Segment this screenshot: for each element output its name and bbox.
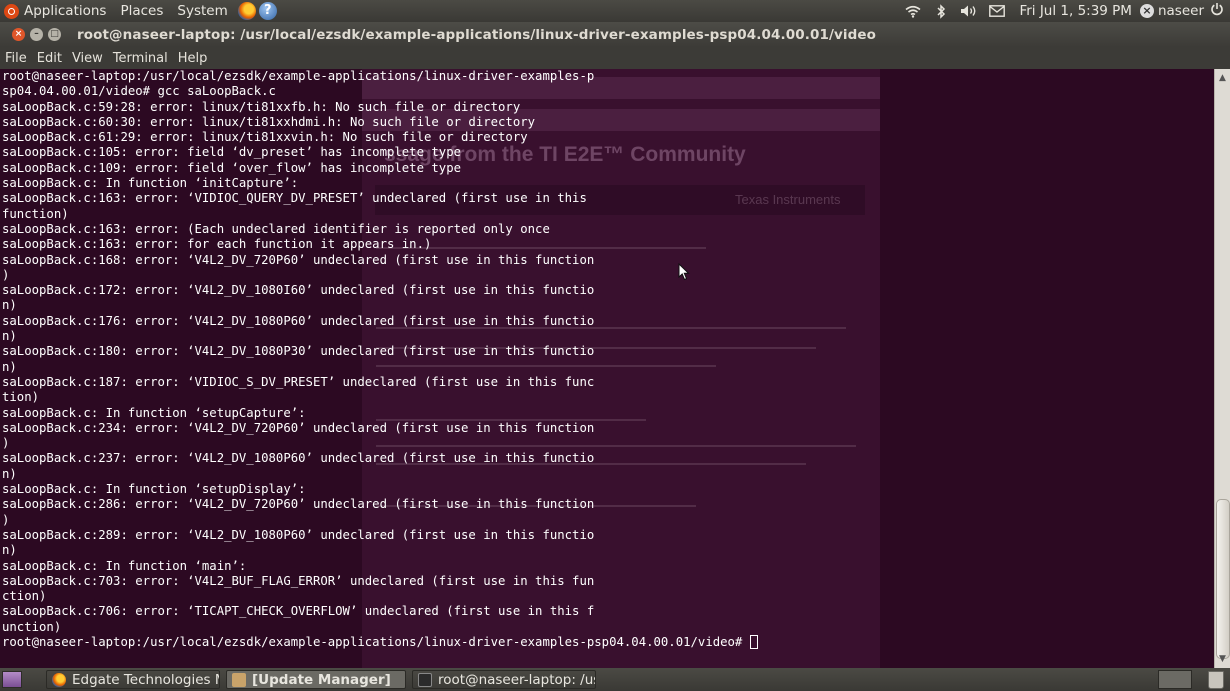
taskbar-item-browser[interactable]: Edgate Technologies M... xyxy=(46,670,220,689)
terminal-line: saLoopBack.c:109: error: field ‘over_flo… xyxy=(2,160,462,175)
terminal-icon xyxy=(418,672,432,687)
trash-icon[interactable] xyxy=(1208,671,1224,689)
terminal-line: saLoopBack.c:60:30: error: linux/ti81xxh… xyxy=(2,114,536,129)
maximize-icon[interactable]: □ xyxy=(48,28,61,41)
terminal-line: saLoopBack.c:289: error: ‘V4L2_DV_1080P6… xyxy=(2,527,595,542)
terminal-line: ction) xyxy=(2,589,47,604)
terminal-line: saLoopBack.c:59:28: error: linux/ti81xxf… xyxy=(2,99,521,114)
power-icon[interactable] xyxy=(1210,2,1224,20)
terminal-line: saLoopBack.c:163: error: for each functi… xyxy=(2,237,432,252)
terminal-line: unction) xyxy=(2,619,62,634)
taskbar-item-label: [Update Manager] xyxy=(252,671,391,688)
terminal-line: saLoopBack.c: In function ‘setupCapture’… xyxy=(2,405,306,420)
menu-help[interactable]: Help xyxy=(173,51,213,66)
menubar: File Edit View Terminal Help xyxy=(0,47,1230,69)
terminal-line: saLoopBack.c:105: error: field ‘dv_prese… xyxy=(2,145,462,160)
terminal-scrollbar[interactable]: ▲ ▼ xyxy=(1214,69,1230,668)
terminal-line: saLoopBack.c:703: error: ‘V4L2_BUF_FLAG_… xyxy=(2,573,595,588)
top-panel: Applications Places System ? Fri Jul 1, … xyxy=(0,0,1230,22)
scroll-down-arrow-icon[interactable]: ▼ xyxy=(1215,652,1230,666)
user-menu[interactable]: naseer xyxy=(1154,3,1210,19)
terminal-line: saLoopBack.c:163: error: (Each undeclare… xyxy=(2,221,550,236)
menu-places[interactable]: Places xyxy=(113,0,170,22)
show-desktop-icon[interactable] xyxy=(2,671,22,688)
terminal-line: saLoopBack.c:176: error: ‘V4L2_DV_1080P6… xyxy=(2,313,595,328)
terminal-line: sp04.04.00.01/video# gcc saLoopBack.c xyxy=(2,84,276,99)
terminal-line: saLoopBack.c:180: error: ‘V4L2_DV_1080P3… xyxy=(2,344,595,359)
menu-terminal[interactable]: Terminal xyxy=(108,51,173,66)
scroll-up-arrow-icon[interactable]: ▲ xyxy=(1215,71,1230,85)
terminal-area[interactable]: ssage from the TI E2E™ Community Texas I… xyxy=(0,69,1214,668)
firefox-icon[interactable] xyxy=(237,2,256,20)
taskbar-item-label: Edgate Technologies M... xyxy=(72,671,219,688)
taskbar-item-terminal[interactable]: root@naseer-laptop: /us... xyxy=(412,670,596,689)
terminal-line: saLoopBack.c: In function ‘initCapture’: xyxy=(2,176,299,191)
terminal-line: n) xyxy=(2,466,17,481)
terminal-line: saLoopBack.c:163: error: ‘VIDIOC_QUERY_D… xyxy=(2,191,587,206)
workspace-switcher[interactable] xyxy=(1158,670,1192,689)
menu-view[interactable]: View xyxy=(67,51,108,66)
minimize-icon[interactable]: – xyxy=(30,28,43,41)
terminal-line: saLoopBack.c:286: error: ‘V4L2_DV_720P60… xyxy=(2,497,595,512)
terminal-line: saLoopBack.c:61:29: error: linux/ti81xxv… xyxy=(2,130,528,145)
wifi-icon[interactable] xyxy=(903,3,923,19)
terminal-line: saLoopBack.c: In function ‘main’: xyxy=(2,558,247,573)
window-titlebar[interactable]: × – □ root@naseer-laptop: /usr/local/ezs… xyxy=(0,22,1230,47)
menu-edit[interactable]: Edit xyxy=(32,51,67,66)
terminal-prompt: root@naseer-laptop:/usr/local/ezsdk/exam… xyxy=(2,634,750,649)
volume-icon[interactable] xyxy=(959,3,979,19)
user-icon: × xyxy=(1139,4,1154,18)
mail-icon[interactable] xyxy=(987,3,1007,19)
terminal-line: saLoopBack.c:706: error: ‘TICAPT_CHECK_O… xyxy=(2,604,595,619)
terminal-line: root@naseer-laptop:/usr/local/ezsdk/exam… xyxy=(2,69,595,83)
terminal-line: n) xyxy=(2,359,17,374)
terminal-line: saLoopBack.c:172: error: ‘V4L2_DV_1080I6… xyxy=(2,283,595,298)
terminal-line: saLoopBack.c:234: error: ‘V4L2_DV_720P60… xyxy=(2,420,595,435)
terminal-line: ) xyxy=(2,267,10,282)
scrollbar-thumb[interactable] xyxy=(1216,499,1230,659)
terminal-line: function) xyxy=(2,206,69,221)
update-manager-icon xyxy=(232,672,246,687)
bluetooth-icon[interactable] xyxy=(931,3,951,19)
terminal-line: tion) xyxy=(2,390,40,405)
panel-indicators: Fri Jul 1, 5:39 PM × naseer xyxy=(899,0,1230,22)
terminal-line: ) xyxy=(2,512,10,527)
menu-file[interactable]: File xyxy=(0,51,32,66)
terminal-line: n) xyxy=(2,329,17,344)
terminal-line: saLoopBack.c:187: error: ‘VIDIOC_S_DV_PR… xyxy=(2,374,595,389)
menu-applications[interactable]: Applications xyxy=(17,0,113,22)
ubuntu-logo-icon xyxy=(4,3,19,19)
window-title: root@naseer-laptop: /usr/local/ezsdk/exa… xyxy=(77,26,876,43)
terminal-line: saLoopBack.c:168: error: ‘V4L2_DV_720P60… xyxy=(2,252,595,267)
terminal-cursor xyxy=(749,634,758,649)
help-icon[interactable]: ? xyxy=(258,2,277,20)
terminal-line: n) xyxy=(2,543,17,558)
taskbar-item-update-manager[interactable]: [Update Manager] xyxy=(226,670,406,689)
firefox-icon xyxy=(52,672,66,687)
terminal-line: ) xyxy=(2,436,10,451)
terminal-prompt-line[interactable]: root@naseer-laptop:/usr/local/ezsdk/exam… xyxy=(2,634,758,650)
bottom-panel: Edgate Technologies M... [Update Manager… xyxy=(0,668,1230,691)
terminal-output: root@naseer-laptop:/usr/local/ezsdk/exam… xyxy=(2,69,758,650)
taskbar-item-label: root@naseer-laptop: /us... xyxy=(438,671,596,688)
clock[interactable]: Fri Jul 1, 5:39 PM xyxy=(1011,3,1140,19)
close-icon[interactable]: × xyxy=(12,28,25,41)
terminal-line: n) xyxy=(2,298,17,313)
terminal-line: saLoopBack.c:237: error: ‘V4L2_DV_1080P6… xyxy=(2,451,595,466)
terminal-line: saLoopBack.c: In function ‘setupDisplay’… xyxy=(2,482,306,497)
menu-system[interactable]: System xyxy=(170,0,234,22)
